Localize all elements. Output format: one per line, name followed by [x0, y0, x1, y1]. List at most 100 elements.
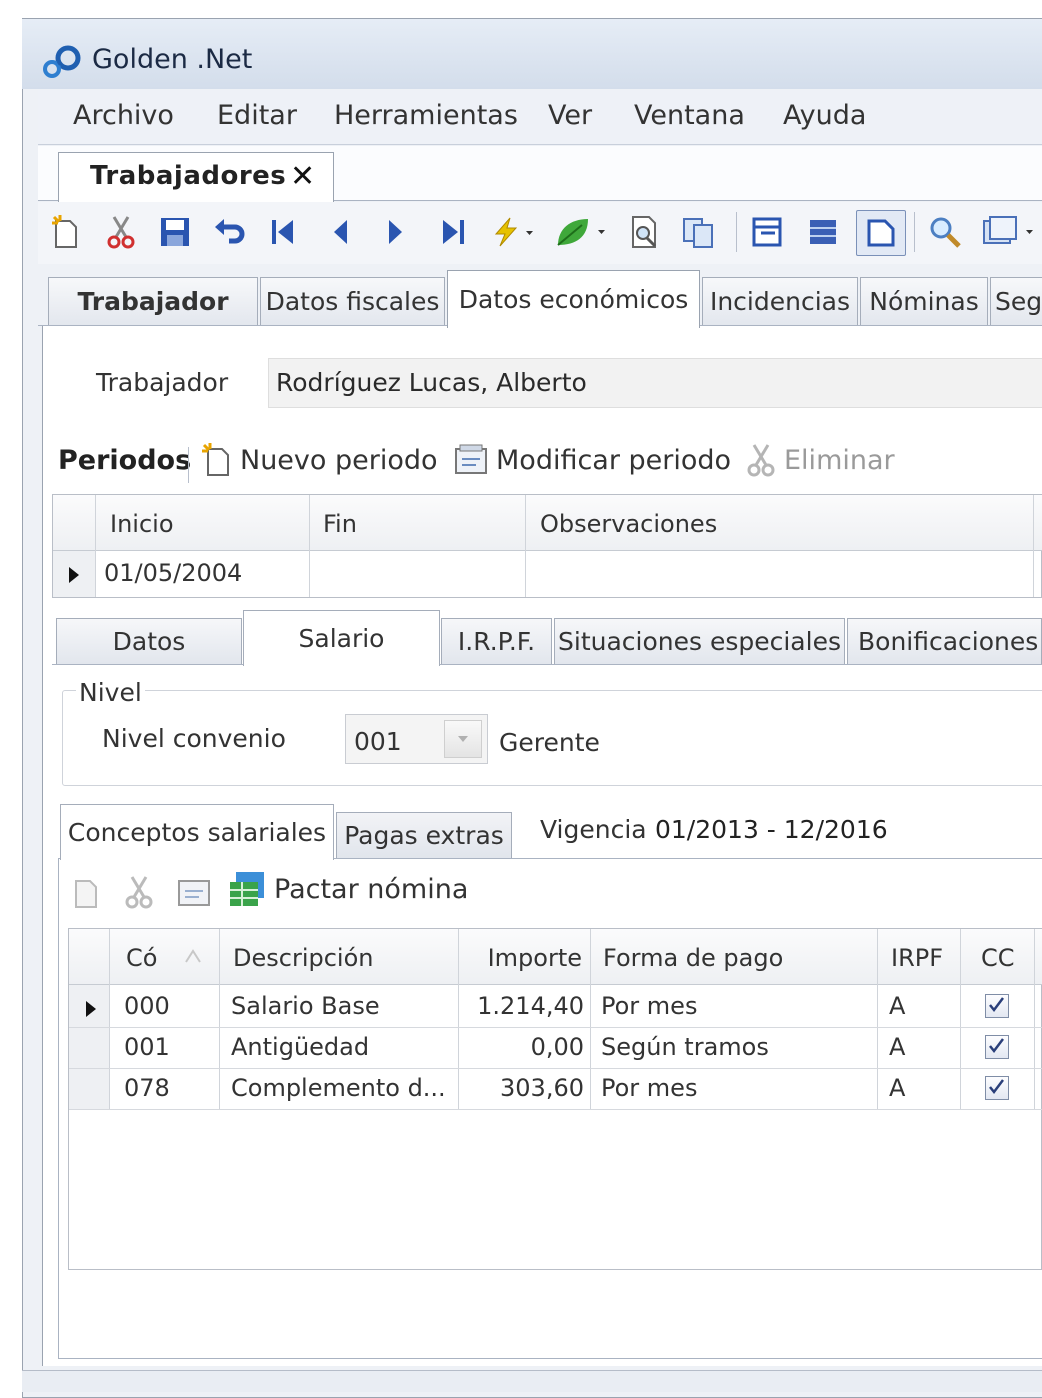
new-document-icon[interactable]	[68, 870, 106, 914]
concept-desc[interactable]: Antigüedad	[231, 1033, 369, 1061]
vigencia-label: Vigencia	[540, 815, 647, 844]
subtab-situaciones-especiales[interactable]: Situaciones especiales	[554, 618, 845, 664]
tab-seg[interactable]: Seg	[990, 277, 1042, 325]
close-icon[interactable]: ✕	[290, 159, 315, 194]
grid-line	[1033, 495, 1034, 597]
concept-cc-checkbox[interactable]	[985, 1076, 1009, 1100]
col-observaciones[interactable]: Observaciones	[540, 510, 717, 538]
grid-line	[525, 495, 526, 597]
vigencia-value: 01/2013 - 12/2016	[655, 815, 888, 844]
grid-line	[1034, 929, 1035, 1109]
leaf-dropdown-icon[interactable]	[550, 210, 610, 254]
concept-code[interactable]: 078	[124, 1074, 170, 1102]
window-bottom-edge	[22, 1370, 1042, 1392]
chevron-down-icon[interactable]	[444, 720, 482, 758]
cut-icon[interactable]	[120, 870, 158, 914]
tab-trabajador[interactable]: Trabajador	[48, 277, 258, 325]
tab-datos-economicos[interactable]: Datos económicos	[447, 270, 700, 328]
nivel-group-title: Nivel	[76, 678, 145, 707]
menu-bar	[38, 90, 1042, 145]
col-codigo[interactable]: Có	[126, 944, 157, 972]
subtab-salario[interactable]: Salario	[243, 610, 440, 666]
undo-icon[interactable]	[210, 210, 248, 254]
periods-separator	[188, 447, 189, 483]
col-importe[interactable]: Importe	[458, 944, 582, 972]
col-descripcion[interactable]: Descripción	[233, 944, 373, 972]
col-inicio[interactable]: Inicio	[110, 510, 174, 538]
concept-importe[interactable]: 0,00	[458, 1033, 584, 1061]
grid-line	[877, 929, 878, 1109]
concept-irpf[interactable]: A	[889, 1074, 905, 1102]
concept-desc[interactable]: Complemento d...	[231, 1074, 446, 1102]
concept-cc-checkbox[interactable]	[985, 994, 1009, 1018]
subtab-bonificaciones[interactable]: Bonificaciones	[847, 618, 1042, 664]
save-icon[interactable]	[156, 210, 194, 254]
concept-forma-pago[interactable]: Según tramos	[601, 1033, 769, 1061]
cut-icon[interactable]	[102, 210, 140, 254]
nivel-description: Gerente	[499, 728, 600, 757]
concept-desc[interactable]: Salario Base	[231, 992, 380, 1020]
doc-tab-label: Trabajadores	[90, 161, 287, 191]
copy-icon[interactable]	[680, 210, 718, 254]
concept-irpf[interactable]: A	[889, 992, 905, 1020]
periods-title: Periodos	[58, 445, 192, 476]
toolbar-separator	[736, 212, 737, 252]
nivel-convenio-label: Nivel convenio	[102, 724, 286, 753]
grid-line	[95, 495, 96, 597]
menu-archivo[interactable]: Archivo	[73, 100, 174, 131]
col-fin[interactable]: Fin	[323, 510, 357, 538]
concept-importe[interactable]: 1.214,40	[458, 992, 584, 1020]
menu-ventana[interactable]: Ventana	[634, 100, 745, 131]
concept-code[interactable]: 001	[124, 1033, 170, 1061]
concept-irpf[interactable]: A	[889, 1033, 905, 1061]
subtab-datos[interactable]: Datos	[56, 618, 242, 664]
grid-line	[309, 495, 310, 597]
menu-herramientas[interactable]: Herramientas	[334, 100, 518, 131]
lightning-dropdown-icon[interactable]	[486, 210, 536, 254]
grid-line	[69, 1068, 1042, 1069]
grid-line	[69, 1109, 1042, 1110]
subtab-irpf[interactable]: I.R.P.F.	[441, 618, 552, 664]
menu-ver[interactable]: Ver	[548, 100, 592, 131]
form-view-icon[interactable]	[748, 210, 786, 254]
tab-datos-fiscales[interactable]: Datos fiscales	[260, 277, 445, 325]
tab-nominas[interactable]: Nóminas	[860, 277, 988, 325]
new-document-icon	[202, 443, 229, 476]
concept-cc-checkbox[interactable]	[985, 1035, 1009, 1059]
concept-forma-pago[interactable]: Por mes	[601, 1074, 697, 1102]
concept-code[interactable]: 000	[124, 992, 170, 1020]
grid-line	[960, 929, 961, 1109]
next-record-icon[interactable]	[376, 210, 414, 254]
last-record-icon[interactable]	[434, 210, 472, 254]
delete-period-button[interactable]: Eliminar	[746, 443, 895, 477]
period-inicio[interactable]: 01/05/2004	[104, 559, 242, 587]
first-record-icon[interactable]	[264, 210, 302, 254]
previous-record-icon[interactable]	[322, 210, 360, 254]
worker-value: Rodríguez Lucas, Alberto	[276, 368, 587, 397]
col-cc[interactable]: CC	[981, 944, 1015, 972]
edit-document-icon	[455, 444, 487, 474]
tab-incidencias[interactable]: Incidencias	[702, 277, 858, 325]
menu-editar[interactable]: Editar	[217, 100, 297, 131]
new-period-button[interactable]: Nuevo periodo	[200, 443, 438, 477]
edit-document-icon[interactable]	[176, 870, 214, 914]
grid-line	[590, 929, 591, 1109]
concept-importe[interactable]: 303,60	[458, 1074, 584, 1102]
print-preview-icon[interactable]	[626, 210, 664, 254]
tab-conceptos-salariales[interactable]: Conceptos salariales	[60, 804, 334, 860]
pactar-nomina-button[interactable]: Pactar nómina	[228, 870, 468, 908]
spreadsheet-icon	[230, 872, 264, 906]
menu-ayuda[interactable]: Ayuda	[783, 100, 866, 131]
search-icon[interactable]	[926, 210, 964, 254]
new-document-icon[interactable]	[48, 210, 86, 254]
window-view-icon[interactable]	[856, 210, 906, 256]
modify-period-button[interactable]: Modificar periodo	[454, 443, 731, 477]
col-forma-pago[interactable]: Forma de pago	[603, 944, 783, 972]
report-dropdown-icon[interactable]	[980, 210, 1040, 254]
panel-border	[58, 1358, 1042, 1359]
pactar-nomina-label: Pactar nómina	[274, 873, 469, 905]
concept-forma-pago[interactable]: Por mes	[601, 992, 697, 1020]
tab-pagas-extras[interactable]: Pagas extras	[336, 812, 512, 858]
col-irpf[interactable]: IRPF	[891, 944, 943, 972]
list-view-icon[interactable]	[804, 210, 842, 254]
